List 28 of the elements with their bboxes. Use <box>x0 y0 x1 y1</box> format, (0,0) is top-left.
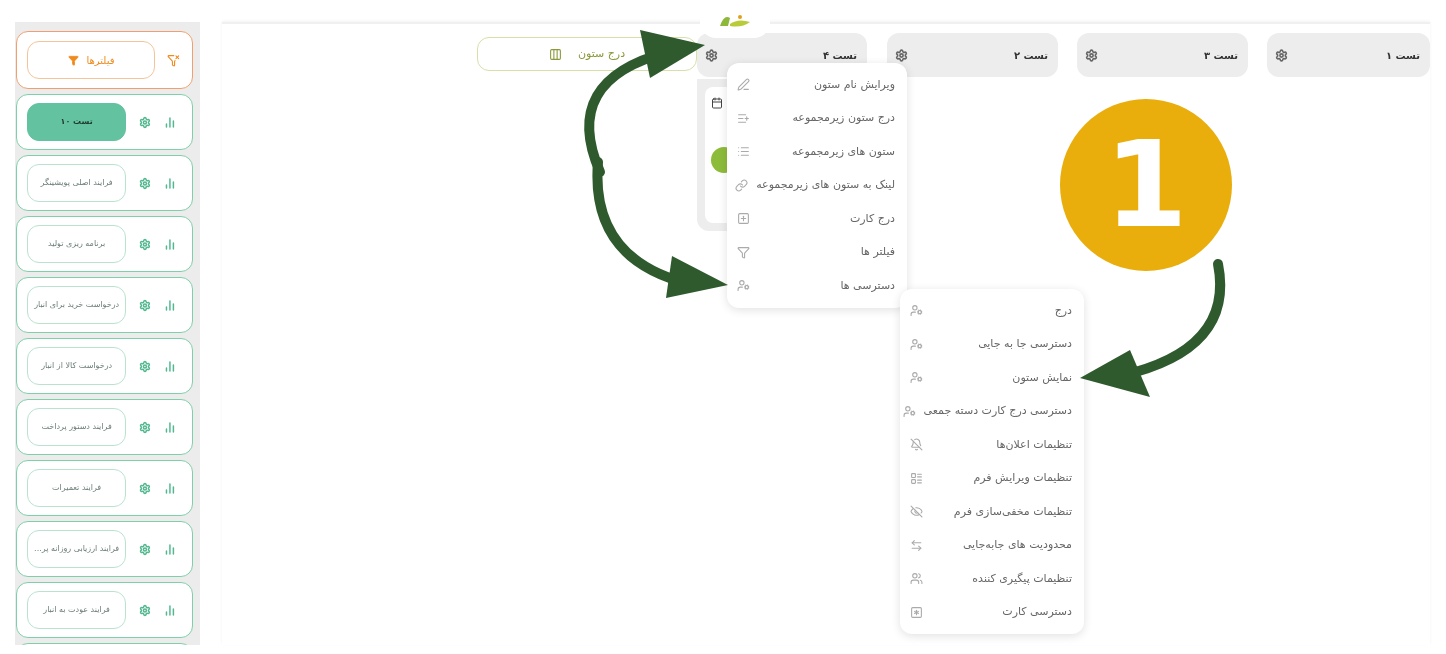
menu-item[interactable]: تنظیمات پیگیری کننده <box>900 562 1084 596</box>
menu-item[interactable]: دسترسی درج کارت دسته جمعی <box>900 394 1084 428</box>
menu-item[interactable]: درج کارت <box>727 202 907 236</box>
process-button[interactable]: فرایند اصلی پویشینگر <box>27 164 127 202</box>
menu-item[interactable]: ویرایش نام ستون <box>727 68 907 102</box>
menu-item[interactable]: دسترسی جا به جایی <box>900 327 1084 361</box>
menu-item[interactable]: لینک به ستون های زیرمجموعه <box>727 168 907 202</box>
menu-item[interactable]: دسترسی کارت <box>900 595 1084 629</box>
menu-item[interactable]: ستون های زیرمجموعه <box>727 135 907 169</box>
menu-item[interactable]: تنظیمات اعلان‌ها <box>900 428 1084 462</box>
process-button[interactable]: درخواست خرید برای انبار <box>27 286 127 324</box>
menu-item[interactable]: فیلتر ها <box>727 235 907 269</box>
process-button[interactable]: درخواست کالا از انبار <box>27 347 127 385</box>
process-button[interactable]: برنامه ریزی تولید <box>27 225 127 263</box>
process-button[interactable]: فرایند تعمیرات <box>27 469 127 507</box>
menu-item[interactable]: نمایش ستون <box>900 361 1084 395</box>
process-button[interactable]: فرایند ارزیابی روزانه پر... <box>27 530 127 568</box>
menu-item[interactable]: درج ستون زیرمجموعه <box>727 101 907 135</box>
process-button[interactable]: فرایند دستور پرداخت <box>27 408 127 446</box>
column-title: تست ۱ <box>1385 48 1420 63</box>
column-title: تست ۴ <box>822 48 857 63</box>
process-button[interactable]: تست ۱۰ <box>27 103 127 141</box>
menu-item[interactable]: تنظیمات ویرایش فرم <box>900 461 1084 495</box>
menu-item[interactable]: محدودیت های جابه‌جایی <box>900 528 1084 562</box>
column-title: تست ۲ <box>1013 48 1048 63</box>
menu-item[interactable]: تنظیمات مخفی‌سازی فرم <box>900 495 1084 529</box>
column-title: تست ۳ <box>1203 48 1238 63</box>
process-button[interactable]: فرایند عودت به انبار <box>27 591 127 629</box>
